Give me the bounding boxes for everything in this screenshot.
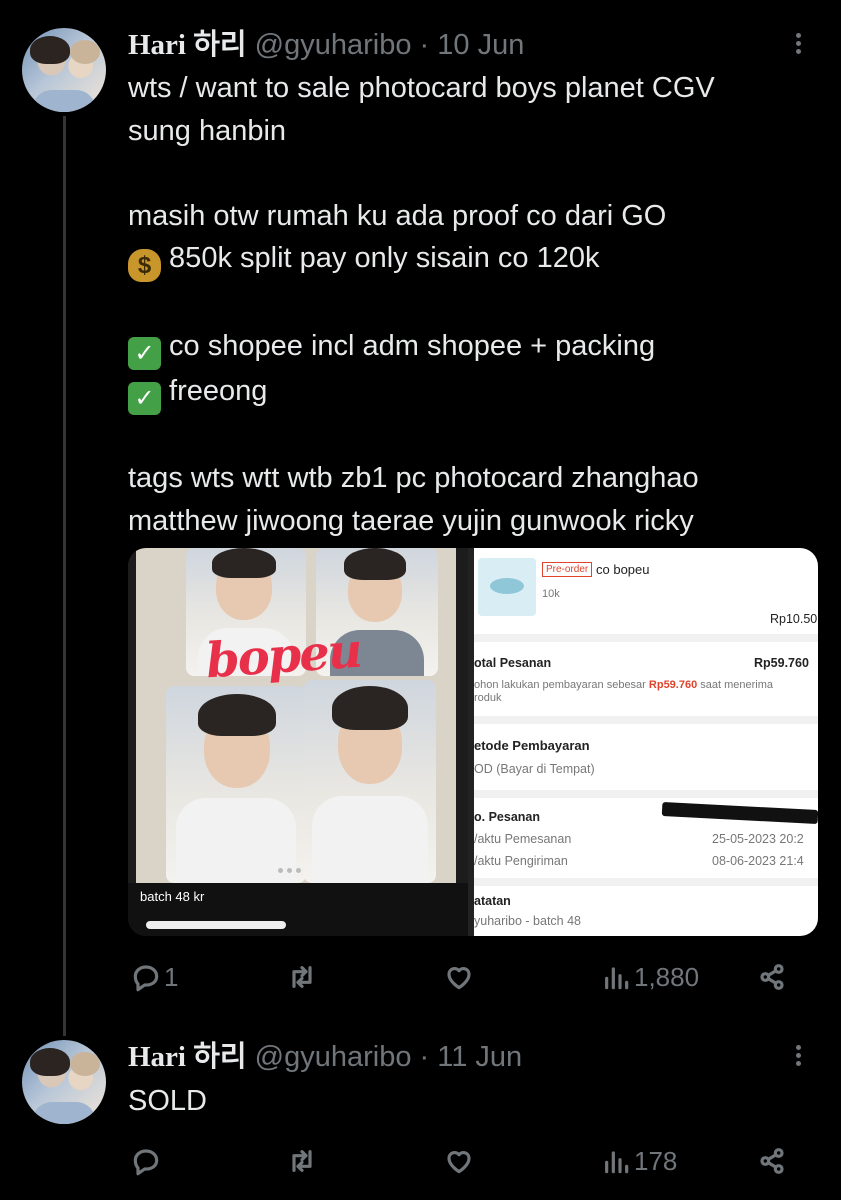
order-number-label: o. Pesanan [474,810,540,824]
payment-note-line2: roduk [474,692,502,704]
total-label: otal Pesanan [474,656,552,670]
payment-method-value: OD (Bayar di Tempat) [474,762,595,776]
thread-line [63,116,66,1036]
total-value: Rp59.760 [754,656,809,670]
tweet-line: wts / want to sale photocard boys planet… [128,72,715,104]
views-button[interactable]: 1,880 [600,960,699,994]
product-variant: 10k [542,588,560,600]
order-time-value: 25-05-2023 20:2 [712,832,804,846]
notes-label: atatan [474,894,511,908]
avatar[interactable] [22,28,106,112]
redaction-scribble [146,921,286,929]
like-button[interactable] [443,1144,475,1178]
reply-count: 1 [164,961,179,992]
payment-note-suffix: saat menerima [700,679,774,691]
carousel-dots [276,860,303,878]
tweet-media[interactable]: bopeu batch 48 kr Pre-order co bopeu 10k… [128,548,818,936]
tweet-line: masih otw rumah ku ada proof co dari GO [128,199,667,232]
ship-time-label: /aktu Pengiriman [474,854,568,868]
share-button[interactable] [756,960,788,994]
product-thumbnail [478,558,536,616]
share-icon [760,1148,784,1174]
tweet-header: Hari 하리 @gyuharibo · 11 Jun [128,1040,522,1074]
order-receipt-screenshot[interactable]: Pre-order co bopeu 10k Rp10.50 otal Pesa… [474,548,818,936]
tweet-line: SOLD [128,1085,207,1117]
views-chart-icon [605,1151,629,1174]
more-options-icon[interactable] [790,30,806,60]
redacted-order-number [661,801,818,825]
money-bag-icon: $ [128,249,161,282]
reply-button[interactable] [130,1144,162,1178]
ship-time-value: 08-06-2023 21:4 [712,854,804,868]
retweet-icon [292,1150,312,1172]
order-time-label: /aktu Pemesanan [474,832,572,846]
tweet-line: 850k split pay only sisain co 120k [161,242,600,274]
views-count: 178 [634,1145,678,1176]
tweet-actions: 178 [128,1144,808,1178]
photocard-photo[interactable]: bopeu batch 48 kr [128,548,468,936]
check-mark-icon: ✓ [128,381,161,415]
heart-icon [447,1151,471,1174]
reply-icon [133,1149,159,1176]
notes-value: yuharibo - batch 48 [474,914,582,928]
tweet-line: co shopee incl adm shopee + packing [161,329,656,362]
tweet-line: freeong [161,374,268,407]
display-name[interactable]: Hari 하리 [128,29,247,61]
tweet-text: wts / want to sale photocard boys planet… [128,67,715,542]
views-chart-icon [605,967,629,990]
photo-caption: batch 48 kr [140,889,205,904]
views-count: 1,880 [634,961,700,992]
payment-note: ohon lakukan pembayaran sebesar [474,679,646,691]
reply-button[interactable]: 1 [130,960,178,994]
handwritten-label: bopeu [204,622,363,690]
retweet-button[interactable] [286,960,318,994]
tweet-text: SOLD [128,1080,207,1123]
tweet-line: matthew jiwoong taerae yujin gunwook ric… [128,504,694,537]
tweet-line: sung hanbin [128,114,287,147]
share-button[interactable] [756,1144,788,1178]
product-price: Rp10.50 [770,612,818,626]
tweet-header: Hari 하리 @gyuharibo · 10 Jun [128,28,524,62]
more-options-icon[interactable] [790,1042,806,1072]
heart-icon [447,967,471,990]
tweet-date[interactable]: · 11 Jun [420,1041,523,1073]
payment-method-label: etode Pembayaran [474,738,590,753]
share-icon [760,964,784,990]
display-name[interactable]: Hari 하리 [128,1041,247,1073]
check-mark-icon: ✓ [128,336,161,370]
payment-note-amount: Rp59.760 [648,679,698,691]
views-button[interactable]: 178 [600,1144,677,1178]
retweet-button[interactable] [286,1144,318,1178]
like-button[interactable] [443,960,475,994]
user-handle[interactable]: @gyuharibo [255,1041,412,1073]
preorder-badge: Pre-order [542,562,593,577]
avatar[interactable] [22,1040,106,1124]
tweet-actions: 1 1,880 [128,960,808,994]
reply-icon [133,965,159,992]
tweet-line: tags wts wtt wtb zb1 pc photocard zhangh… [128,462,699,494]
tweet-date[interactable]: · 10 Jun [420,29,525,61]
product-name: co bopeu [596,562,650,577]
retweet-icon [292,966,312,988]
user-handle[interactable]: @gyuharibo [255,29,412,61]
